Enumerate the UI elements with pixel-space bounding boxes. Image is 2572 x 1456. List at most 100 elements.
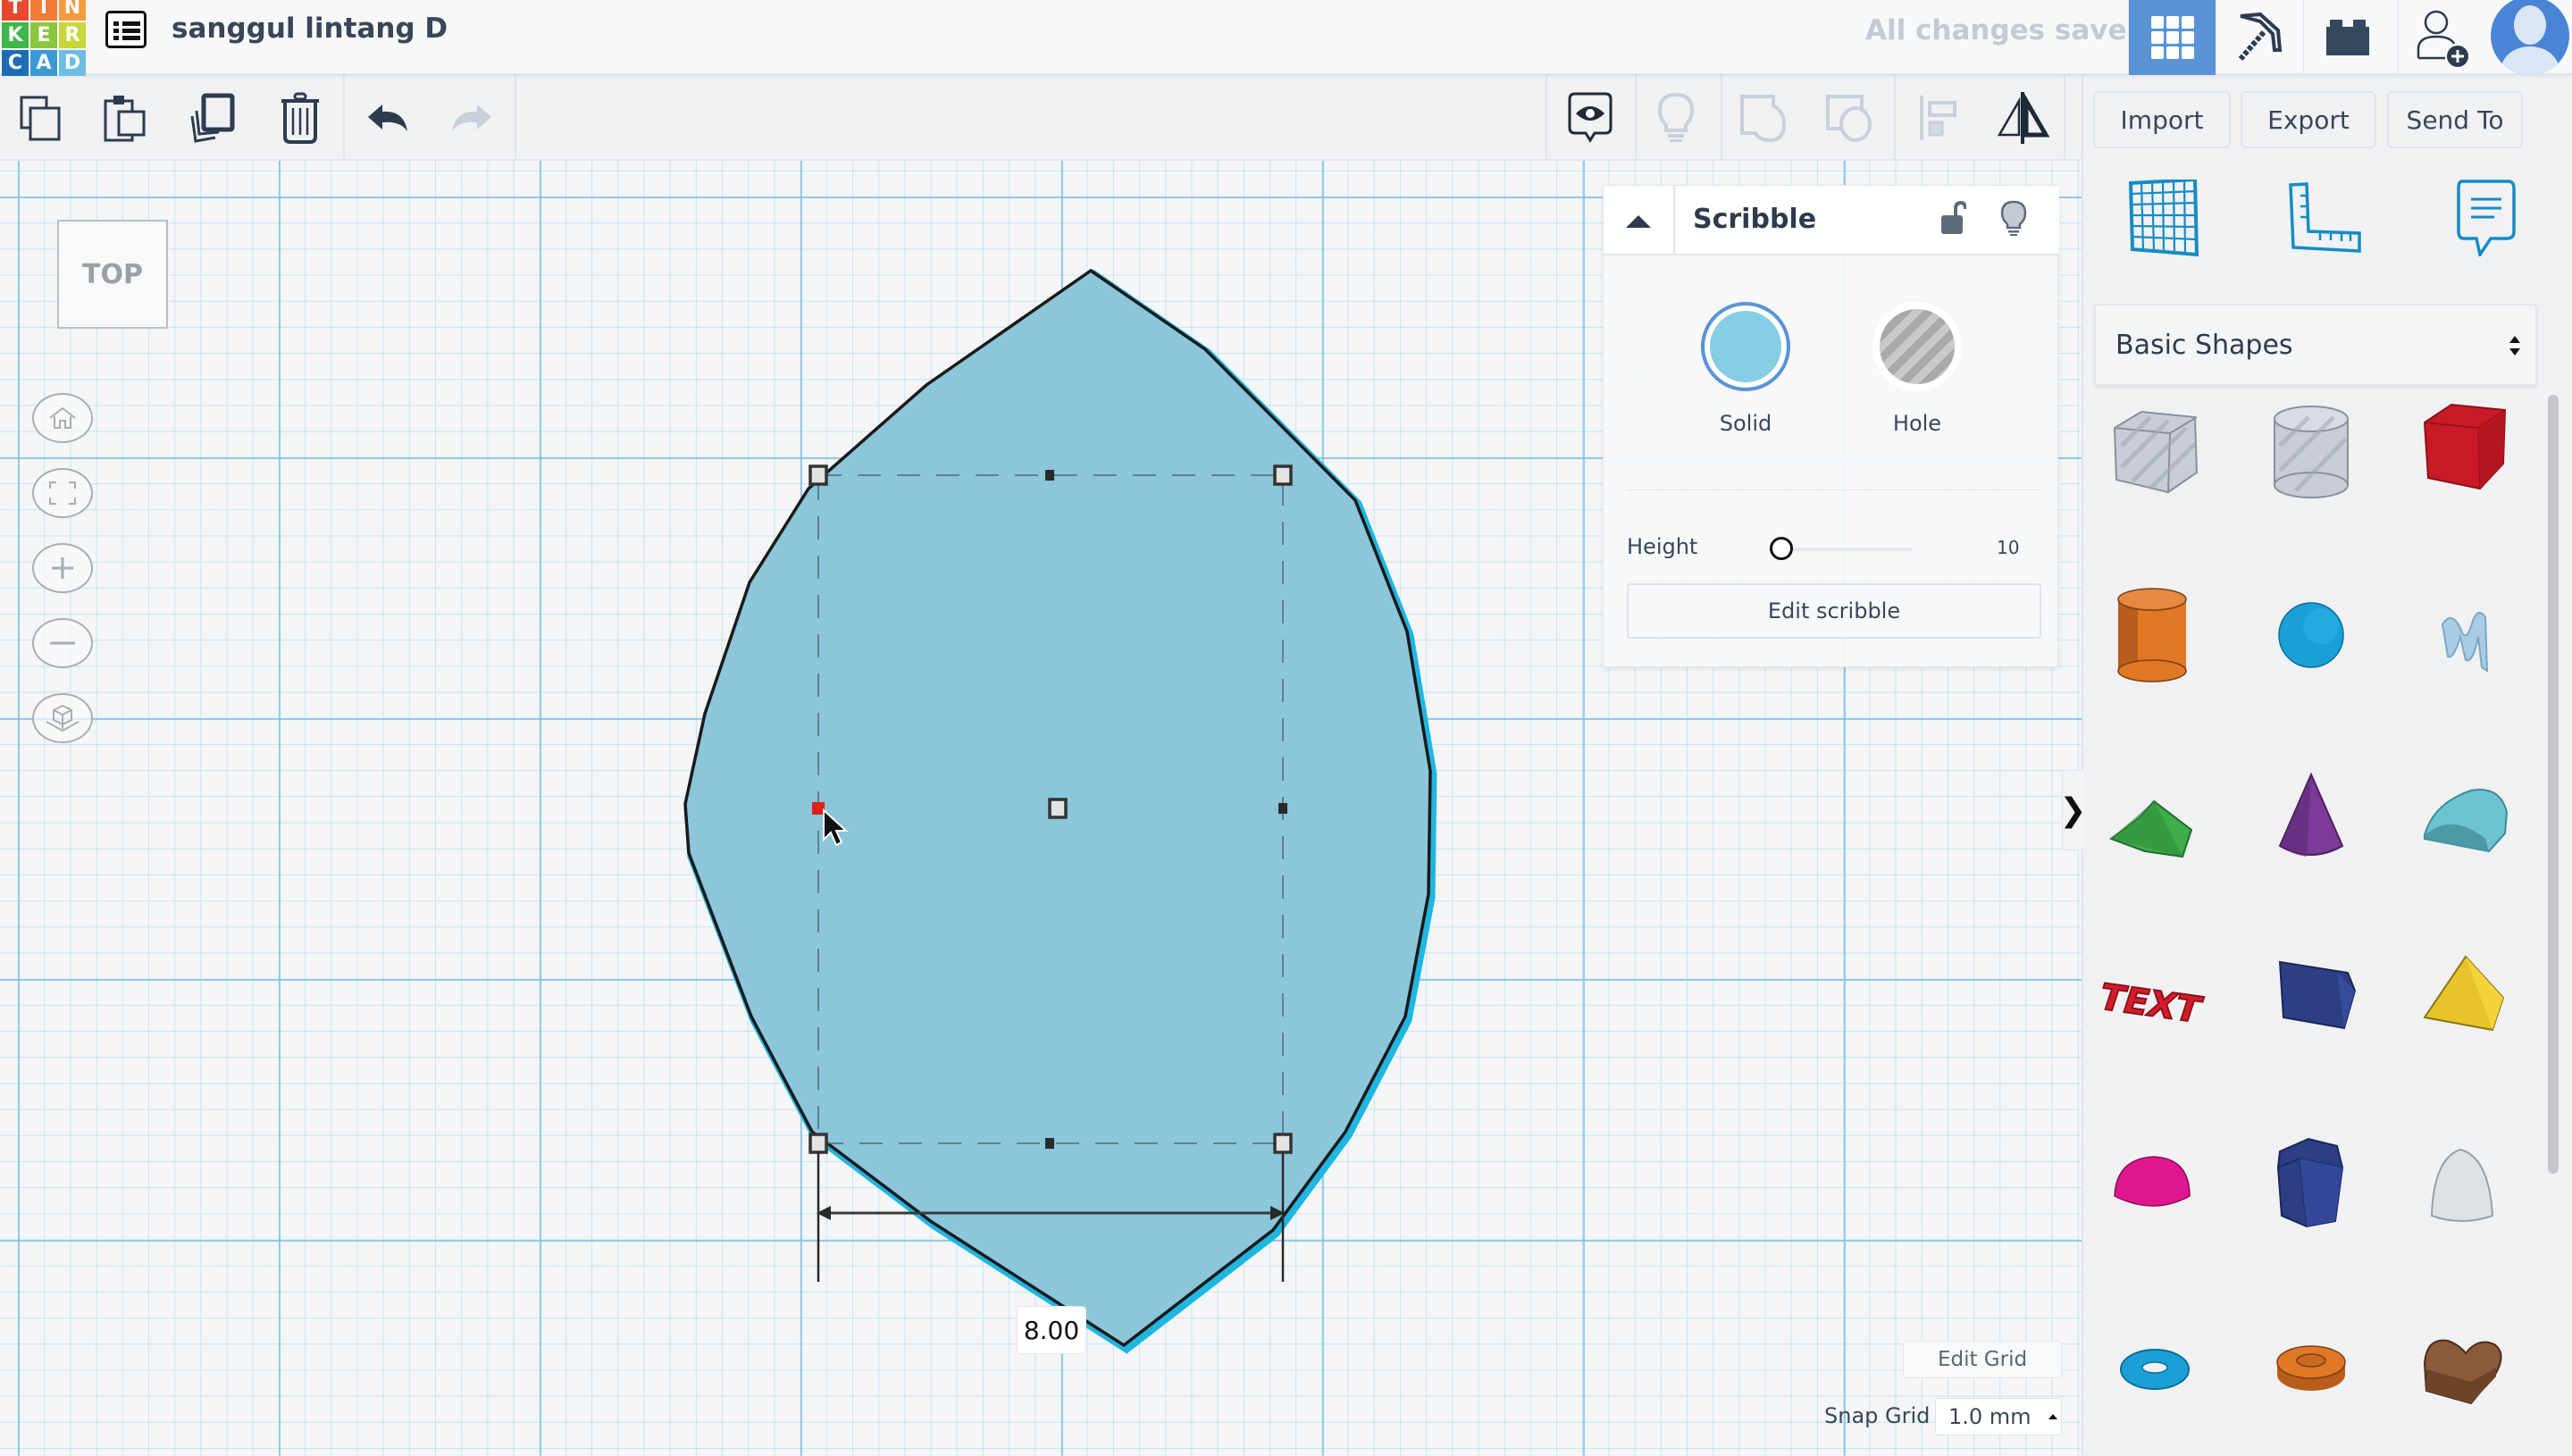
trash-icon — [281, 92, 319, 144]
caret-up-icon — [2048, 1414, 2057, 1419]
shape-item-text[interactable]: TEXT — [2092, 936, 2217, 1061]
toolbar — [0, 75, 2082, 161]
group-button[interactable] — [1722, 75, 1805, 161]
logo-letter: N — [59, 0, 86, 21]
redo-button[interactable] — [431, 75, 513, 161]
hide-button[interactable] — [2000, 200, 2027, 241]
torus-shape-icon — [2120, 1349, 2190, 1390]
duplicate-icon — [190, 93, 235, 143]
logo-letter: E — [30, 22, 57, 48]
scribble-shape-icon — [2441, 611, 2489, 673]
shape-item-cone[interactable] — [2249, 754, 2374, 879]
send-to-button[interactable]: Send To — [2387, 91, 2523, 148]
edge-handle-left-selected[interactable] — [812, 802, 825, 815]
undo-button[interactable] — [347, 75, 429, 161]
solid-option[interactable]: Solid — [1697, 302, 1795, 436]
edit-scribble-button[interactable]: Edit scribble — [1627, 583, 2041, 639]
duplicate-button[interactable] — [172, 75, 254, 161]
solid-color-swatch[interactable] — [1701, 302, 1790, 391]
corner-handle-bottom-right[interactable] — [1273, 1133, 1293, 1154]
shape-item-wedge[interactable] — [2249, 936, 2374, 1061]
design-title[interactable]: sanggul lintang D — [172, 13, 448, 45]
height-slider-knob[interactable] — [1770, 537, 1793, 560]
height-value[interactable]: 10 — [1997, 537, 2019, 558]
delete-button[interactable] — [259, 75, 341, 161]
snap-grid-select[interactable]: 1.0 mm — [1935, 1398, 2062, 1435]
align-button[interactable] — [1898, 75, 1980, 161]
mirror-button[interactable] — [1981, 75, 2064, 161]
corner-handle-top-left[interactable] — [808, 464, 828, 486]
shape-item-pyramid[interactable] — [2402, 936, 2527, 1061]
brick-view-button[interactable] — [2303, 0, 2391, 75]
notes-button[interactable] — [2441, 173, 2530, 263]
half-sphere-shape-icon — [2114, 1156, 2191, 1207]
hole-option[interactable]: Hole — [1868, 302, 1966, 436]
copy-button[interactable] — [0, 75, 82, 161]
shape-category-select[interactable]: Basic Shapes — [2094, 304, 2537, 386]
center-handle[interactable] — [1048, 798, 1068, 819]
shape-item-scribble[interactable] — [2402, 570, 2527, 695]
note-icon — [2457, 180, 2516, 256]
export-button[interactable]: Export — [2241, 91, 2376, 148]
shape-item-box-hole[interactable] — [2092, 388, 2217, 513]
pyramid-shape-icon — [2423, 955, 2505, 1032]
wedge-shape-icon — [2278, 960, 2357, 1030]
notes-toggle-button[interactable] — [1549, 75, 1631, 161]
shape-item-heart[interactable] — [2402, 1301, 2527, 1426]
brick-icon — [2325, 20, 2369, 55]
width-dimension-label[interactable]: 8.00 — [1017, 1306, 1086, 1354]
shape-item-sphere[interactable] — [2249, 570, 2374, 695]
cylinder-hole-shape-icon — [2274, 406, 2349, 498]
shape-item-tube[interactable] — [2249, 1301, 2374, 1426]
edge-handle-bottom[interactable] — [1045, 1138, 1054, 1149]
3d-design-view-button[interactable] — [2128, 0, 2216, 75]
show-all-button[interactable] — [1635, 75, 1717, 161]
caret-up-icon — [1626, 215, 1651, 228]
design-menu-button[interactable] — [105, 11, 147, 48]
tinkercad-logo[interactable]: TIN KER CAD — [2, 0, 86, 76]
invite-user-button[interactable] — [2398, 0, 2487, 75]
shape-item-round-roof[interactable] — [2402, 754, 2527, 879]
paraboloid-shape-icon — [2430, 1148, 2494, 1222]
hole-label: Hole — [1892, 411, 1942, 436]
shape-item-torus[interactable] — [2092, 1301, 2217, 1426]
corner-handle-bottom-left[interactable] — [808, 1133, 828, 1154]
ruler-icon — [2289, 182, 2361, 253]
round-roof-shape-icon — [2424, 789, 2509, 853]
shape-item-paraboloid[interactable] — [2402, 1118, 2527, 1243]
tinkercad-app: TIN KER CAD sanggul lintang D All changes … — [0, 0, 2572, 1456]
panel-toggle-button[interactable]: ❯ — [2059, 770, 2087, 850]
roof-shape-icon — [2108, 799, 2193, 858]
minecraft-view-button[interactable] — [2216, 0, 2303, 75]
shape-item-cylinder-hole[interactable] — [2249, 388, 2374, 513]
shape-item-half-sphere[interactable] — [2092, 1118, 2217, 1243]
inspector-collapse-button[interactable] — [1604, 186, 1675, 255]
corner-handle-top-right[interactable] — [1273, 464, 1293, 486]
shape-item-roof[interactable] — [2092, 754, 2217, 879]
import-button[interactable]: Import — [2093, 91, 2231, 148]
shape-inspector: Scribble Solid Hole Height 10 Edit scrib… — [1603, 185, 2059, 667]
shapes-scrollbar[interactable] — [2548, 395, 2559, 1174]
shape-item-polygon[interactable] — [2249, 1118, 2374, 1243]
shape-item-box[interactable] — [2402, 388, 2527, 513]
user-avatar[interactable] — [2487, 0, 2572, 75]
shapes-panel: Basic Shapes TEXT — [2082, 75, 2572, 1456]
ungroup-button[interactable] — [1808, 75, 1890, 161]
edge-handle-right[interactable] — [1278, 803, 1287, 814]
snap-grid-value: 1.0 mm — [1948, 1404, 2032, 1429]
hole-swatch[interactable] — [1872, 302, 1962, 391]
paste-button[interactable] — [84, 75, 166, 161]
shape-item-cylinder[interactable] — [2092, 570, 2217, 695]
lock-button[interactable] — [1939, 200, 1967, 239]
shape-category-value: Basic Shapes — [2115, 329, 2293, 361]
logo-letter: T — [2, 0, 29, 21]
workplane-button[interactable] — [2119, 173, 2208, 263]
solid-label: Solid — [1719, 411, 1772, 436]
logo-letter: C — [2, 50, 29, 76]
height-slider-track[interactable] — [1782, 548, 1913, 551]
undo-icon — [368, 105, 407, 131]
edge-handle-top[interactable] — [1045, 470, 1054, 481]
edit-grid-button[interactable]: Edit Grid — [1903, 1341, 2062, 1378]
ruler-button[interactable] — [2280, 173, 2369, 263]
box-shape-icon — [2423, 403, 2507, 490]
